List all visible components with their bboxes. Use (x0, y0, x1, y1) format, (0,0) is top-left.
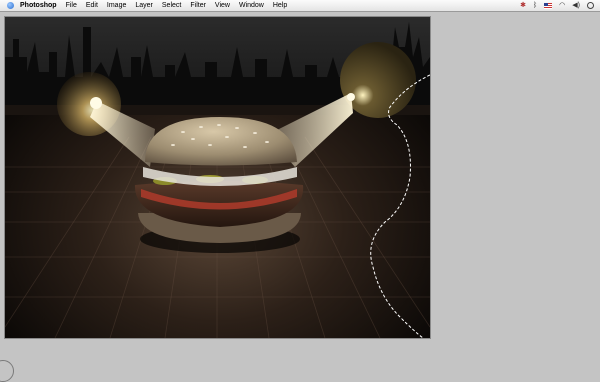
bug-icon[interactable]: ✱ (520, 0, 526, 11)
bluetooth-icon[interactable]: ᛒ (533, 0, 537, 11)
menu-view[interactable]: View (215, 0, 230, 11)
menu-image[interactable]: Image (107, 0, 126, 11)
menu-help[interactable]: Help (273, 0, 287, 11)
menu-bar: Photoshop File Edit Image Layer Select F… (0, 0, 600, 12)
us-flag-icon[interactable] (544, 2, 553, 9)
wifi-icon[interactable]: ◠ (559, 0, 565, 11)
menu-layer[interactable]: Layer (135, 0, 153, 11)
menu-file[interactable]: File (66, 0, 77, 11)
clock-icon[interactable] (587, 2, 594, 9)
apple-menu-icon[interactable] (7, 2, 14, 9)
volume-icon[interactable]: ◀) (572, 0, 580, 11)
menu-select[interactable]: Select (162, 0, 181, 11)
resize-corner-icon[interactable] (0, 360, 14, 382)
menu-filter[interactable]: Filter (190, 0, 206, 11)
document-canvas[interactable] (5, 17, 430, 338)
menu-extras: ✱ ᛒ ◠ ◀) (520, 0, 594, 11)
burger-artwork (5, 17, 430, 338)
menu-window[interactable]: Window (239, 0, 264, 11)
menu-app-photoshop[interactable]: Photoshop (20, 0, 57, 11)
burger (134, 117, 304, 243)
menu-edit[interactable]: Edit (86, 0, 98, 11)
